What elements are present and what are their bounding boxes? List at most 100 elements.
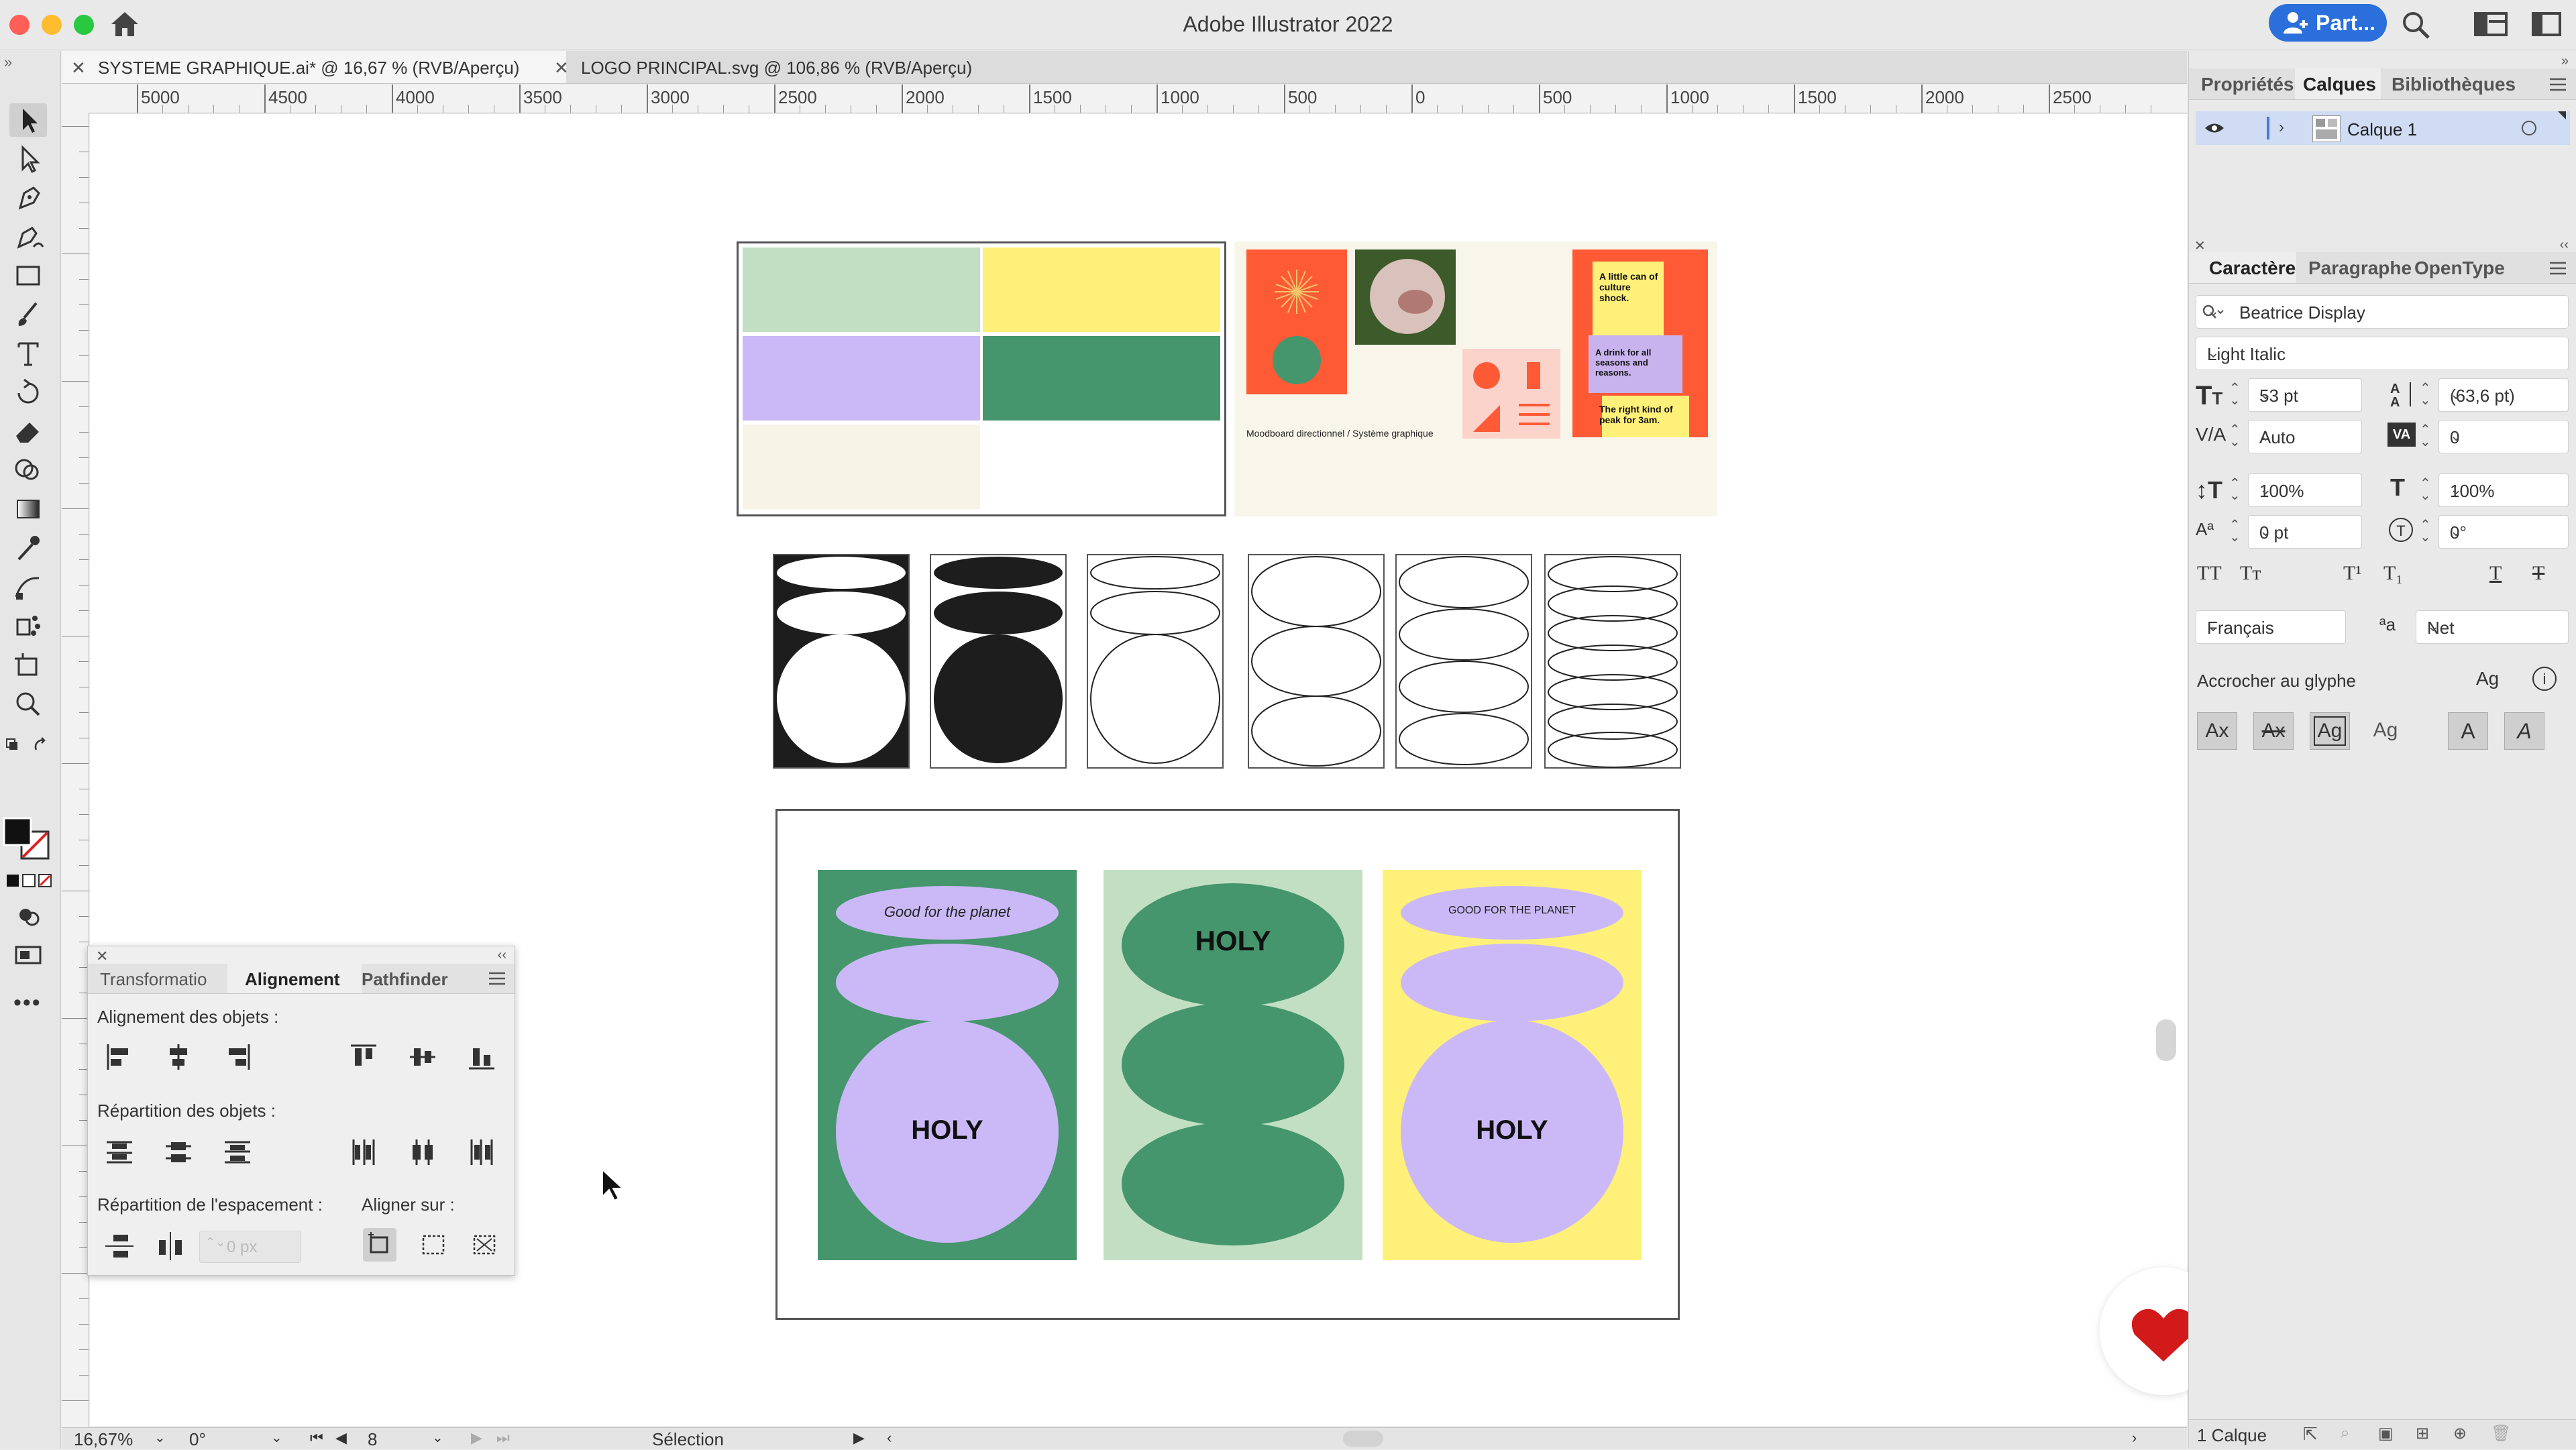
align-vertical-center-button[interactable] — [406, 1040, 439, 1074]
rectangle-tool[interactable] — [9, 259, 47, 292]
workspace-layout-icon[interactable] — [2474, 11, 2508, 38]
align-to-artboard-button[interactable] — [468, 1228, 501, 1262]
kerning-dropdown-icon[interactable]: ⌄ — [2259, 427, 2353, 445]
first-artboard-icon[interactable]: ⏮ — [310, 1429, 323, 1447]
expand-layer-icon[interactable]: › — [2279, 118, 2284, 137]
swatch-lavender[interactable] — [743, 336, 980, 421]
artboard-moodboard[interactable]: A little can of culture shock. A drink f… — [1234, 241, 1717, 516]
layers-menu-icon[interactable] — [2548, 76, 2567, 93]
snap-x-height-button[interactable]: Ax — [2253, 712, 2294, 750]
gradient-tool[interactable] — [9, 492, 47, 526]
align-to-key-object-button[interactable] — [363, 1228, 396, 1262]
doc-tab-systeme-graphique[interactable]: ✕ SYSTEME GRAPHIQUE.ai* @ 16,67 % (RVB/A… — [62, 51, 566, 83]
superscript-button[interactable]: T¹ — [2343, 562, 2361, 585]
share-button[interactable]: Part... — [2269, 4, 2387, 42]
more-tools-icon[interactable]: ••• — [13, 990, 42, 1016]
tab-opentype[interactable]: OpenType — [2414, 258, 2505, 279]
all-caps-button[interactable]: TT — [2197, 562, 2222, 585]
horizontal-scroll-thumb[interactable] — [1343, 1431, 1383, 1447]
font-style-field[interactable]: Light Italic ⌄ — [2196, 337, 2569, 370]
snap-baseline-button[interactable]: Ax — [2197, 712, 2237, 750]
distribute-vertical-spacing-button[interactable] — [103, 1229, 136, 1263]
curvature-tool[interactable] — [9, 220, 47, 254]
prev-artboard-icon[interactable]: ◀ — [335, 1429, 347, 1447]
doc-tab-logo-principal[interactable]: ✕ LOGO PRINCIPAL.svg @ 106,86 % (RVB/Ape… — [545, 51, 1041, 83]
screen-mode-tool[interactable] — [9, 938, 47, 971]
align-top-button[interactable] — [347, 1040, 380, 1074]
status-menu-arrow-icon[interactable]: ▶ — [853, 1429, 865, 1447]
rotate-tool[interactable] — [9, 376, 47, 409]
clipping-mask-icon[interactable]: ▣ — [2378, 1424, 2394, 1443]
align-left-button[interactable] — [103, 1040, 136, 1074]
tracking-dropdown-icon[interactable]: ⌄ — [2450, 427, 2560, 445]
delete-layer-icon[interactable]: 🗑 — [2491, 1424, 2511, 1443]
align-horizontal-center-button[interactable] — [162, 1040, 195, 1074]
tab-alignement[interactable]: Alignement — [245, 969, 340, 990]
distribute-horizontal-center-button[interactable] — [406, 1135, 439, 1169]
swatch-cream[interactable] — [743, 425, 980, 509]
blend-tool[interactable] — [9, 570, 47, 604]
tab-transformation[interactable]: Transformatio — [100, 969, 207, 990]
leading-stepper-icon[interactable]: ⌃ ⌄ — [2420, 382, 2431, 407]
visibility-eye-icon[interactable] — [2204, 121, 2225, 135]
tab-caractere[interactable]: Caractère — [2209, 258, 2296, 279]
vertical-ruler[interactable] — [62, 113, 89, 1427]
snap-proximity-guides-button[interactable]: Ag — [2366, 712, 2405, 748]
swatch-white[interactable] — [983, 425, 1220, 509]
swatch-yellow[interactable] — [983, 247, 1220, 332]
selection-tool[interactable] — [9, 103, 47, 137]
collapse-chevron-icon[interactable]: » — [4, 54, 12, 71]
next-artboard-icon[interactable]: ▶ — [471, 1429, 482, 1447]
artboard-dropdown-icon[interactable]: ⌄ — [432, 1429, 443, 1446]
tab-calques[interactable]: Calques — [2303, 74, 2376, 95]
font-size-field[interactable]: 53 pt ⌄ — [2248, 378, 2362, 412]
spacing-input[interactable]: ⌃⌄ 0 px — [199, 1231, 301, 1263]
close-tab-icon[interactable]: ✕ — [71, 58, 86, 78]
shape-builder-tool[interactable] — [9, 453, 47, 487]
close-tab-icon[interactable]: ✕ — [554, 58, 569, 78]
fill-stroke-swatches[interactable] — [3, 816, 54, 862]
pen-tool[interactable] — [9, 181, 47, 215]
snap-anchor-point-button[interactable]: A — [2504, 712, 2544, 750]
scroll-left-icon[interactable]: ‹ — [887, 1429, 892, 1447]
font-family-field[interactable]: Beatrice Display ⌄ — [2196, 295, 2569, 329]
character-rotation-field[interactable]: 0° ⌄ — [2438, 515, 2569, 549]
align-right-button[interactable] — [221, 1040, 254, 1074]
shape-study-1[interactable] — [773, 554, 910, 769]
export-icon[interactable]: ⇱ — [2303, 1424, 2318, 1445]
tracking-field[interactable]: 0 ⌄ — [2438, 420, 2569, 453]
symbol-sprayer-tool[interactable] — [9, 609, 47, 643]
layer-row[interactable]: › Calque 1 — [2196, 111, 2570, 145]
collapse-dock-icon[interactable]: » — [2561, 54, 2569, 69]
info-icon[interactable]: i — [2532, 667, 2557, 691]
vertical-scale-field[interactable]: 100% ⌄ — [2248, 473, 2362, 507]
distribute-horizontal-spacing-button[interactable] — [154, 1229, 187, 1263]
shape-study-6[interactable] — [1544, 554, 1681, 769]
distribute-top-button[interactable] — [103, 1135, 136, 1169]
swatch-green[interactable] — [983, 336, 1220, 421]
tab-bibliotheques[interactable]: Bibliothèques — [2392, 74, 2516, 95]
last-artboard-icon[interactable]: ⏭ — [496, 1429, 510, 1447]
spacing-stepper-icon[interactable]: ⌃⌄ — [205, 1235, 225, 1249]
strikethrough-button[interactable]: T — [2532, 562, 2544, 585]
swatch-mint[interactable] — [743, 247, 980, 332]
tab-paragraphe[interactable]: Paragraphe — [2308, 258, 2412, 279]
close-panel-icon[interactable]: ✕ — [96, 948, 108, 965]
shape-study-2[interactable] — [930, 554, 1067, 769]
color-mode-icons[interactable] — [5, 872, 54, 891]
leading-field[interactable]: (63,6 pt) ⌄ — [2438, 378, 2569, 412]
snap-glyph-bounds-button[interactable]: Ag — [2310, 712, 2350, 750]
small-caps-button[interactable]: Tт — [2240, 562, 2261, 585]
artboard-posters[interactable]: Good for the planet HOLY HOLY GOOD FOR T… — [775, 809, 1680, 1320]
tab-pathfinder[interactable]: Pathfinder — [362, 969, 448, 990]
horizontal-scale-field[interactable]: 100% ⌄ — [2438, 473, 2569, 507]
leading-dropdown-icon[interactable]: ⌄ — [2450, 386, 2560, 403]
align-bottom-button[interactable] — [465, 1040, 498, 1074]
collapse-character-panel-icon[interactable]: ‹‹ — [2560, 237, 2569, 253]
type-tool[interactable] — [9, 337, 47, 370]
artboard-tool[interactable] — [9, 648, 47, 681]
kerning-field[interactable]: Auto ⌄ — [2248, 420, 2362, 453]
distribute-right-button[interactable] — [465, 1135, 498, 1169]
panel-menu-icon[interactable] — [488, 970, 506, 987]
baseline-shift-stepper-icon[interactable]: ⌃ ⌄ — [2229, 518, 2241, 544]
